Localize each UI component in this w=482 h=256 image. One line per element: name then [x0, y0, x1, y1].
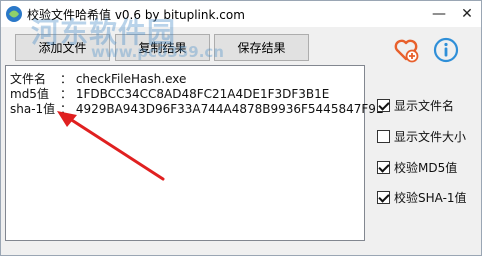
app-window: 校验文件哈希值 v0.6 by bituplink.com — ✕ 添加文件 复… — [0, 0, 482, 256]
md5-label: md5值 — [10, 87, 49, 101]
copy-result-button[interactable]: 复制结果 — [115, 34, 210, 61]
filename-label: 文件名 — [10, 72, 47, 86]
save-result-button[interactable]: 保存结果 — [214, 34, 309, 61]
option-show-filename[interactable]: 显示文件名 — [377, 97, 454, 113]
minimize-button[interactable]: — — [425, 1, 453, 27]
result-row-sha1: sha-1值 ： 4929BA943D96F33A744A4878B9936F5… — [10, 102, 383, 117]
result-row-md5: md5值 ： 1FDBCC34CC8AD48FC21A4DE1F3DF3B1E — [10, 87, 329, 102]
result-row-filename: 文件名 ： checkFileHash.exe — [10, 72, 186, 87]
filename-value: ： checkFileHash.exe — [60, 72, 187, 86]
hash-result-textbox[interactable]: 文件名 ： checkFileHash.exe md5值 ： 1FDBCC34C… — [5, 65, 383, 241]
verify-sha1-checkbox[interactable] — [377, 190, 390, 204]
close-button[interactable]: ✕ — [453, 1, 481, 27]
sha1-label: sha-1值 — [10, 102, 56, 116]
verify-sha1-label: 校验SHA-1值 — [394, 190, 467, 205]
sha1-value: ： 4929BA943D96F33A744A4878B9936F5445847F… — [60, 102, 384, 116]
app-logo-icon — [6, 6, 22, 22]
show-filesize-checkbox[interactable] — [377, 129, 390, 143]
option-verify-sha1[interactable]: 校验SHA-1值 — [377, 189, 467, 205]
info-icon[interactable] — [433, 37, 459, 63]
verify-md5-label: 校验MD5值 — [394, 160, 458, 175]
heart-plus-icon[interactable] — [393, 37, 419, 63]
md5-value: ： 1FDBCC34CC8AD48FC21A4DE1F3DF3B1E — [60, 87, 330, 101]
verify-md5-checkbox[interactable] — [377, 160, 390, 174]
title-bar[interactable]: 校验文件哈希值 v0.6 by bituplink.com — ✕ — [1, 1, 481, 27]
add-file-button[interactable]: 添加文件 — [15, 34, 110, 61]
window-title: 校验文件哈希值 v0.6 by bituplink.com — [27, 8, 245, 22]
option-verify-md5[interactable]: 校验MD5值 — [377, 159, 457, 175]
show-filename-label: 显示文件名 — [394, 98, 455, 113]
option-show-filesize[interactable]: 显示文件大小 — [377, 128, 466, 144]
show-filesize-label: 显示文件大小 — [394, 129, 467, 144]
show-filename-checkbox[interactable] — [377, 98, 390, 112]
